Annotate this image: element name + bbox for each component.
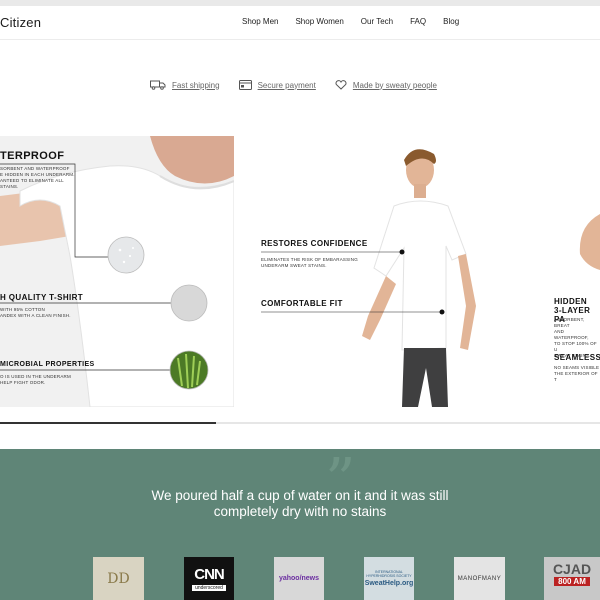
feature-desc-line: HELP FIGHT ODOR. (0, 380, 46, 385)
feature-title: RESTORES CONFIDENCE (261, 239, 368, 248)
press-logo-text: yahoo/news (278, 575, 320, 582)
press-logo-text: DD (107, 570, 130, 587)
feature-title: SEAMLESS (554, 353, 600, 362)
press-logo-subtext: 800 AM (554, 577, 590, 586)
press-logo-subtext: underscored (192, 585, 226, 591)
feature-desc-line: TO STOP 100% OF U (554, 341, 597, 352)
press-logo-text: CJAD (552, 561, 592, 577)
feature-title: TERPROOF (0, 150, 65, 162)
press-logo-manofmany[interactable]: MANOFMANY (454, 557, 505, 600)
usp-label: Fast shipping (172, 80, 220, 90)
feature-title-line: HIDDEN (554, 297, 588, 306)
press-logos: DD CNN underscored yahoo/news INTERNATIO… (0, 557, 600, 600)
nav-blog[interactable]: Blog (443, 17, 459, 26)
credit-card-icon (238, 80, 252, 90)
testimonial-quote: We poured half a cup of water on it and … (151, 488, 449, 519)
feature-desc: ELIMINATES THE RISK OF EMBARASSING UNDER… (261, 257, 358, 269)
usp-label: Made by sweaty people (352, 80, 437, 90)
feature-desc: WITH 95% COTTON ANDEX WITH A CLEAN FINIS… (0, 307, 71, 319)
nav-our-tech[interactable]: Our Tech (361, 17, 393, 26)
nav-faq[interactable]: FAQ (410, 17, 426, 26)
feature-desc: SORBENT AND WATERPROOF E HIDDEN IN EACH … (0, 166, 75, 190)
feature-desc-line: ANDEX WITH A CLEAN FINISH. (0, 313, 71, 318)
feature-desc-line: UNDERARM SWEAT STAINS. (261, 263, 327, 268)
model-image (261, 149, 600, 407)
testimonial-section: ” We poured half a cup of water on it an… (0, 449, 600, 600)
press-logo-cnn[interactable]: CNN underscored (184, 557, 234, 600)
heart-icon (335, 80, 347, 90)
slide-tshirt-closeup: TERPROOF SORBENT AND WATERPROOF E HIDDEN… (0, 136, 234, 407)
feature-desc: O IS USED IN THE UNDERARM HELP FIGHT ODO… (0, 374, 71, 386)
usp-label: Secure payment (257, 80, 316, 90)
usp-bar: Fast shipping Secure payment Made by swe… (150, 80, 456, 90)
press-logo-yahoo-news[interactable]: yahoo/news (274, 557, 324, 600)
nav-shop-women[interactable]: Shop Women (295, 17, 343, 26)
usp-made-by-sweaty-people[interactable]: Made by sweaty people (335, 80, 437, 90)
feature-desc-line: THE EXTERIOR OF T (554, 371, 598, 382)
feature-title: MICROBIAL PROPERTIES (0, 361, 95, 368)
truck-icon (150, 80, 166, 90)
main-nav: Shop Men Shop Women Our Tech FAQ Blog (242, 17, 459, 26)
usp-fast-shipping[interactable]: Fast shipping (150, 80, 220, 90)
slider-progress-bar[interactable] (0, 422, 600, 424)
press-logo-text: MANOFMANY (457, 575, 502, 582)
press-logo-subtext: INTERNATIONAL HYPERHIDROSIS SOCIETY (366, 570, 412, 578)
nav-shop-men[interactable]: Shop Men (242, 17, 278, 26)
press-logo-dd[interactable]: DD (93, 557, 144, 600)
brand-logo[interactable]: Citizen (0, 15, 41, 30)
site-header: Citizen Shop Men Shop Women Our Tech FAQ… (0, 6, 600, 40)
press-logo-text: SweatHelp.org (364, 580, 414, 587)
press-logo-text: CNN (194, 566, 224, 583)
usp-secure-payment[interactable]: Secure payment (238, 80, 316, 90)
feature-title: H QUALITY T-SHIRT (0, 293, 84, 302)
product-features-slider[interactable]: TERPROOF SORBENT AND WATERPROOF E HIDDEN… (0, 136, 600, 407)
slide-model: RESTORES CONFIDENCE ELIMINATES THE RISK … (234, 136, 600, 407)
press-logo-cjad[interactable]: CJAD 800 AM (544, 557, 600, 600)
feature-desc-line: ABSORBENT, BREAT (554, 317, 585, 328)
feature-desc-line: AND WATERPROOF, (554, 329, 589, 340)
feature-title: COMFORTABLE FIT (261, 299, 343, 308)
feature-desc: NO SEAMS VISIBLE THE EXTERIOR OF T (554, 365, 600, 383)
slider-progress-fill (0, 422, 216, 424)
press-logo-sweathelp[interactable]: INTERNATIONAL HYPERHIDROSIS SOCIETY Swea… (364, 557, 414, 600)
feature-desc-line: STAINS. (0, 184, 19, 189)
